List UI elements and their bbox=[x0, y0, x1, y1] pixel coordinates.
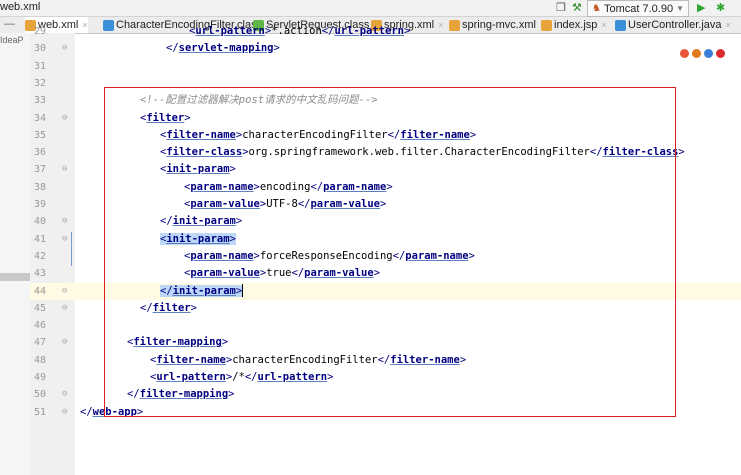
line-number: 39 bbox=[33, 199, 46, 210]
fold-icon[interactable]: ⊖ bbox=[62, 386, 67, 403]
hammer-icon[interactable]: ⚒ bbox=[572, 1, 582, 14]
line-number: 38 bbox=[33, 181, 46, 193]
line-number: 32 bbox=[33, 77, 46, 89]
chrome-icon[interactable] bbox=[680, 49, 689, 58]
project-pane-selection bbox=[0, 273, 30, 281]
fold-icon[interactable]: ⊖ bbox=[62, 300, 67, 317]
line-number: 41 bbox=[33, 233, 46, 245]
fold-icon[interactable]: ⊖ bbox=[62, 40, 67, 57]
line-number: 45 bbox=[33, 302, 46, 314]
window-restore-icon[interactable]: ❐ bbox=[556, 1, 566, 14]
line-number: 37 bbox=[33, 164, 46, 176]
line-number: 30 bbox=[33, 43, 46, 55]
fold-icon[interactable]: ⊖ bbox=[62, 110, 67, 127]
line-number: 44 bbox=[33, 285, 46, 297]
line-number: 36 bbox=[33, 147, 46, 159]
code-line[interactable]: 31 bbox=[30, 58, 741, 75]
fold-icon[interactable]: ⊖ bbox=[62, 213, 67, 230]
chevron-down-icon: ▼ bbox=[676, 4, 684, 13]
line-number: 33 bbox=[33, 95, 46, 107]
fold-icon[interactable]: ⊖ bbox=[62, 161, 67, 178]
line-number: 34 bbox=[33, 112, 46, 124]
run-config-label: Tomcat 7.0.90 bbox=[603, 2, 674, 15]
code-text: </servlet-mapping> bbox=[166, 42, 280, 55]
browser-preview-icons bbox=[680, 49, 725, 58]
opera-icon[interactable] bbox=[716, 49, 725, 58]
code-line[interactable]: 30 ⊖ </servlet-mapping> bbox=[30, 40, 741, 57]
code-text: <url-pattern>*.action</url-pattern> bbox=[189, 25, 411, 37]
minimize-icon[interactable]: — bbox=[4, 18, 15, 30]
run-icon[interactable]: ▶ bbox=[697, 1, 705, 14]
code-line[interactable]: 29 <url-pattern>*.action</url-pattern> bbox=[30, 23, 741, 40]
fold-icon[interactable]: ⊖ bbox=[62, 404, 67, 421]
line-number: 43 bbox=[33, 268, 46, 280]
line-number: 46 bbox=[33, 320, 46, 332]
line-number: 47 bbox=[33, 337, 46, 349]
project-pane: IdeaP bbox=[0, 33, 31, 475]
fold-icon[interactable]: ⊖ bbox=[62, 334, 67, 351]
project-pane-label[interactable]: IdeaP bbox=[0, 35, 24, 45]
line-number: 31 bbox=[33, 60, 46, 72]
line-number: 29 bbox=[33, 26, 46, 37]
fold-icon[interactable]: ⊖ bbox=[62, 231, 67, 248]
tomcat-icon: ♞ bbox=[592, 3, 601, 14]
line-number: 50 bbox=[33, 389, 46, 401]
line-number: 48 bbox=[33, 354, 46, 366]
line-number: 40 bbox=[33, 216, 46, 228]
safari-icon[interactable] bbox=[704, 49, 713, 58]
line-number: 35 bbox=[33, 129, 46, 141]
run-config-select[interactable]: ♞ Tomcat 7.0.90 ▼ bbox=[587, 0, 689, 17]
firefox-icon[interactable] bbox=[692, 49, 701, 58]
debug-icon[interactable]: ✱ bbox=[716, 1, 725, 14]
title-bar: web.xml ❐ ⚒ ♞ Tomcat 7.0.90 ▼ ▶ ✱ bbox=[0, 0, 741, 17]
fold-icon[interactable]: ⊖ bbox=[62, 283, 67, 300]
line-number: 51 bbox=[33, 406, 46, 418]
indent-guide bbox=[71, 232, 72, 266]
line-number: 49 bbox=[33, 372, 46, 383]
line-number: 42 bbox=[33, 250, 46, 262]
highlight-box bbox=[104, 87, 676, 417]
window-title: web.xml bbox=[0, 1, 41, 13]
